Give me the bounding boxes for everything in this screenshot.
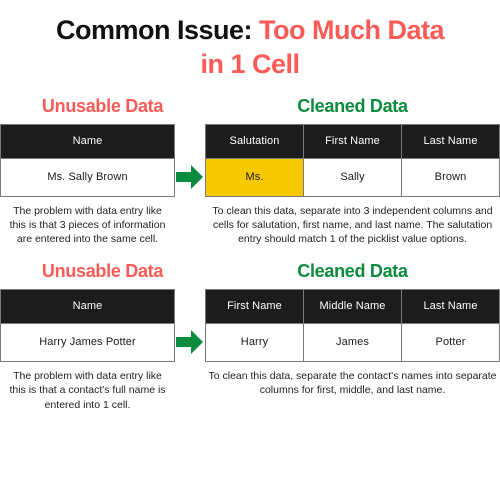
page-title-accent-line2: in 1 Cell [200, 48, 300, 79]
page-title: Common Issue: Too Much Data in 1 Cell [0, 0, 500, 82]
cell-first-name[interactable]: Sally [303, 157, 402, 197]
unusable-data-panel: Name Harry James Potter The problem with… [0, 288, 175, 412]
cell-full-name[interactable]: Ms. Sally Brown [0, 157, 175, 197]
cleaned-data-panel: Salutation First Name Last Name Ms. Sall… [205, 123, 500, 247]
right-arrow-icon [176, 329, 204, 355]
unusable-data-table: Name Harry James Potter [0, 288, 175, 362]
column-header-first-name: First Name [205, 288, 304, 324]
table-row: Harry James Potter [205, 322, 500, 362]
slide-root: Common Issue: Too Much Data in 1 Cell Un… [0, 0, 500, 500]
heading-cleaned-data: Cleaned Data [297, 260, 408, 281]
cell-salutation[interactable]: Ms. [205, 157, 304, 197]
table-header-row: First Name Middle Name Last Name [205, 288, 500, 324]
table-row: Ms. Sally Brown [0, 157, 175, 197]
cell-last-name[interactable]: Brown [401, 157, 500, 197]
unusable-data-caption: The problem with data entry like this is… [9, 204, 166, 246]
unusable-data-panel: Name Ms. Sally Brown The problem with da… [0, 123, 175, 247]
column-header-last-name: Last Name [401, 288, 500, 324]
heading-cleaned-data: Cleaned Data [297, 95, 408, 116]
arrow-column [175, 289, 205, 412]
table-header-row: Name [0, 123, 175, 159]
cleaned-data-table: First Name Middle Name Last Name Harry J… [205, 288, 500, 362]
heading-unusable-data: Unusable Data [41, 260, 164, 281]
arrow-column [175, 124, 205, 247]
section-headings: Unusable Data Cleaned Data [0, 261, 500, 282]
column-header-name: Name [0, 288, 175, 324]
section-salutation: Unusable Data Cleaned Data Name Ms. Sall… [0, 96, 500, 247]
cleaned-data-table: Salutation First Name Last Name Ms. Sall… [205, 123, 500, 197]
column-header-middle-name: Middle Name [303, 288, 402, 324]
section-body: Name Harry James Potter The problem with… [0, 288, 500, 412]
unusable-data-caption: The problem with data entry like this is… [9, 369, 166, 411]
column-header-last-name: Last Name [401, 123, 500, 159]
unusable-data-table: Name Ms. Sally Brown [0, 123, 175, 197]
right-arrow-icon [176, 164, 204, 190]
page-title-accent-line1: Too Much Data [259, 15, 445, 45]
column-header-name: Name [0, 123, 175, 159]
cleaned-data-caption: To clean this data, separate into 3 inde… [212, 204, 493, 246]
cleaned-data-panel: First Name Middle Name Last Name Harry J… [205, 288, 500, 398]
section-body: Name Ms. Sally Brown The problem with da… [0, 123, 500, 247]
cell-middle-name[interactable]: James [303, 322, 402, 362]
cell-full-name[interactable]: Harry James Potter [0, 322, 175, 362]
section-headings: Unusable Data Cleaned Data [0, 96, 500, 117]
page-title-lead: Common Issue: [55, 15, 260, 45]
table-row: Harry James Potter [0, 322, 175, 362]
table-row: Ms. Sally Brown [205, 157, 500, 197]
cell-first-name[interactable]: Harry [205, 322, 304, 362]
heading-unusable-data: Unusable Data [41, 95, 164, 116]
cell-last-name[interactable]: Potter [401, 322, 500, 362]
section-full-name: Unusable Data Cleaned Data Name Harry Ja… [0, 261, 500, 412]
column-header-first-name: First Name [303, 123, 402, 159]
cleaned-data-caption: To clean this data, separate the contact… [208, 369, 497, 397]
table-header-row: Name [0, 288, 175, 324]
table-header-row: Salutation First Name Last Name [205, 123, 500, 159]
column-header-salutation: Salutation [205, 123, 304, 159]
